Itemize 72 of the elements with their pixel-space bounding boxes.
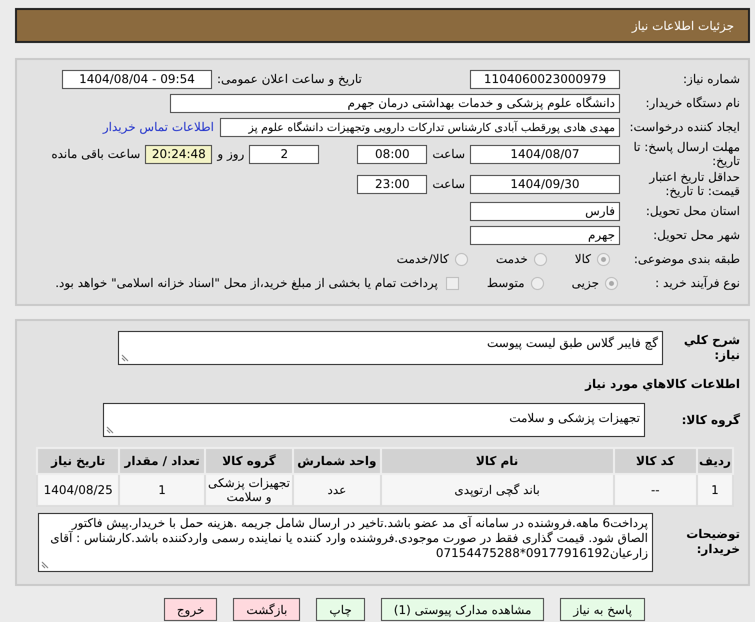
action-button[interactable]: چاپ <box>316 598 365 621</box>
action-button[interactable]: مشاهده مدارک پیوستی (1) <box>380 598 544 621</box>
radio-button[interactable] <box>454 252 468 266</box>
column-header: تاریخ نیاز <box>37 448 120 474</box>
checkbox[interactable] <box>446 276 459 290</box>
field-text: گچ فایبر گلاس طبق لیست پیوست <box>487 336 658 350</box>
option-label: کالا/خدمت <box>396 252 449 266</box>
input-field[interactable]: 1404/08/07 <box>470 144 620 164</box>
field-label: استان محل تحویل: <box>644 204 741 218</box>
column-header: تعداد / مقدار <box>119 448 205 474</box>
resize-grip-icon[interactable] <box>41 561 49 569</box>
section-title: اطلاعات كالاهاي مورد نياز <box>584 376 741 393</box>
contact-link[interactable]: اطلاعات تماس خریدار <box>102 120 214 134</box>
group-field[interactable]: تجهیزات پزشکی و سلامت <box>103 403 645 437</box>
field-label: نوع فرآیند خرید : <box>654 276 741 290</box>
input-field[interactable]: 1404/09/30 <box>470 174 620 194</box>
input-field[interactable]: 2 <box>249 144 320 164</box>
table-cell: 1 <box>119 474 205 506</box>
input-field[interactable]: مهدی هادی پورقطب آبادی کارشناس تدارکات دارویی وتجهیزات دانشگاه علوم پز <box>220 118 620 136</box>
field-label: طبقه بندی موضوعی: <box>632 252 741 266</box>
countdown-field[interactable]: 20:24:48 <box>145 144 212 164</box>
field-label: گروه کالا: <box>680 412 741 428</box>
time-label: ساعت <box>432 177 465 191</box>
input-field[interactable]: جهرم <box>470 226 620 244</box>
column-header: واحد شمارش <box>293 448 381 474</box>
field-label: تاریخ و ساعت اعلان عمومی: <box>217 72 362 86</box>
field-label: توضیحات خریدار: <box>685 526 741 557</box>
remaining-label: ساعت باقی مانده <box>51 147 140 161</box>
field-label: ایجاد کننده درخواست: <box>628 120 741 134</box>
radio-button[interactable] <box>530 276 544 290</box>
input-field[interactable]: 1404/08/04 - 09:54 <box>62 70 212 88</box>
input-field[interactable]: 1104060023000979 <box>470 70 620 88</box>
field-label: مهلت ارسال پاسخ: تا تاریخ: <box>632 140 741 168</box>
table-cell: 1 <box>696 474 733 506</box>
input-field[interactable]: دانشگاه علوم پزشکی و خدمات بهداشتی درمان جهرم <box>170 94 620 112</box>
payment-note: پرداخت تمام یا بخشی از مبلغ خرید،از محل "اسناد خزانه اسلامی" خواهد بود. <box>55 276 438 290</box>
column-header: کد کالا <box>614 448 697 474</box>
radio-button[interactable] <box>605 276 618 290</box>
column-header: ردیف <box>696 448 733 474</box>
resize-grip-icon[interactable] <box>121 354 129 362</box>
action-button[interactable]: بازگشت <box>233 598 300 621</box>
table-cell: -- <box>614 474 697 506</box>
option-label: جزیی <box>572 276 599 290</box>
table-cell: 1404/08/25 <box>37 474 120 506</box>
radio-button[interactable] <box>597 252 610 266</box>
description-field[interactable]: گچ فایبر گلاس طبق لیست پیوست <box>118 331 663 365</box>
resize-grip-icon[interactable] <box>106 426 114 434</box>
field-text: تجهیزات پزشکی و سلامت <box>508 410 640 426</box>
field-label: حداقل تاریخ اعتبار قیمت: تا تاریخ: <box>648 170 741 198</box>
radio-button[interactable] <box>534 252 547 266</box>
option-label: متوسط <box>486 276 525 290</box>
input-field[interactable]: 23:00 <box>357 174 428 194</box>
table-cell: عدد <box>293 474 381 506</box>
time-label: ساعت <box>432 147 465 161</box>
action-button[interactable]: پاسخ به نیاز <box>560 598 645 621</box>
input-field[interactable]: فارس <box>470 202 620 220</box>
field-label: شرح كلي نياز: <box>682 333 741 363</box>
field-text: پرداخت6 ماهه.فروشنده در سامانه آی مد عضو باشد.تاخیر در ارسال شامل جریمه .هزینه حمل با خریدار.پیش فاکتور الصاق شود. قیمت گذاری فقط در صورت موجودی.فروشنده وارد کننده یا نماینده رسمی واردکننده باشد.کارشناس : آقای زارعیان09177916192*07154475288 <box>50 516 648 560</box>
table-cell: باند گچی ارتوپدی <box>380 474 614 506</box>
notes-field[interactable] <box>38 513 653 572</box>
column-header: نام کالا <box>380 448 614 474</box>
field-label: شماره نیاز: <box>682 72 741 86</box>
page-title: جزئیات اطلاعات نیاز <box>632 18 734 32</box>
table-cell: تجهیزات پزشکی و سلامت <box>204 474 294 506</box>
column-header: گروه کالا <box>204 448 294 474</box>
days-label: روز و <box>217 147 244 161</box>
field-label: نام دستگاه خریدار: <box>644 96 741 110</box>
option-label: خدمت <box>496 252 528 266</box>
action-button[interactable]: خروج <box>164 598 218 621</box>
input-field[interactable]: 08:00 <box>357 144 428 164</box>
field-label: شهر محل تحویل: <box>652 228 741 242</box>
option-label: کالا <box>574 252 591 266</box>
